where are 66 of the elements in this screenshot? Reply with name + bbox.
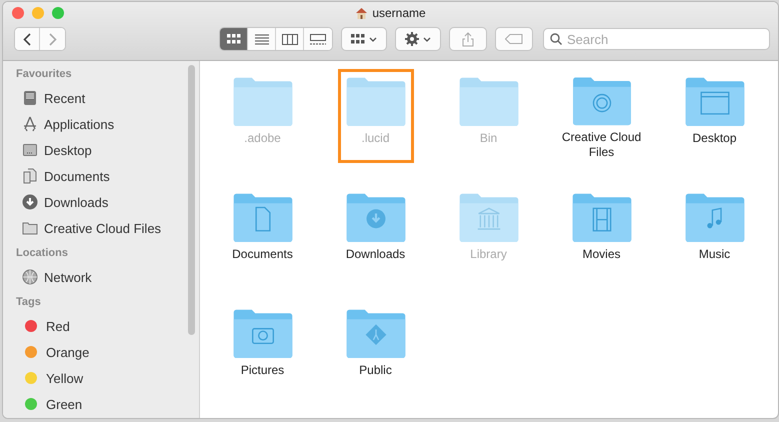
folder-icon (344, 307, 406, 359)
download-icon (22, 194, 38, 210)
share-icon (462, 32, 474, 46)
grid-icon (226, 34, 240, 44)
folder-icon (232, 75, 294, 127)
folder-icon (684, 75, 746, 127)
folder-icon (570, 75, 632, 126)
sidebar-section-title: Locations (16, 247, 69, 261)
view-mode-button[interactable] (220, 28, 248, 50)
sidebar-item[interactable]: Documents (16, 163, 199, 189)
sidebar-item[interactable]: Network (16, 264, 199, 290)
view-mode-button[interactable] (304, 28, 332, 50)
sidebar-item[interactable]: Green (16, 391, 199, 417)
document-icon (22, 168, 38, 184)
sidebar-item[interactable]: Downloads (16, 189, 199, 215)
house-icon (355, 7, 368, 19)
group-button[interactable] (341, 27, 387, 51)
folder-icon (232, 307, 294, 359)
folder-icon (684, 191, 746, 243)
folder-icon (344, 191, 406, 243)
search-icon (550, 33, 562, 45)
tray-icon (22, 90, 38, 106)
file-name[interactable]: Pictures (212, 363, 312, 378)
file-name[interactable]: Music (664, 247, 764, 262)
display-icon (22, 142, 38, 158)
globe-icon (22, 269, 38, 285)
file-name[interactable]: Movies (552, 247, 652, 262)
sidebar-item[interactable]: Creative Cloud Files (16, 215, 199, 241)
sidebar-item[interactable]: Orange (16, 339, 199, 365)
chevron-right-icon (48, 32, 56, 46)
grid-icon (351, 34, 365, 44)
action-button[interactable] (395, 27, 441, 51)
gear-icon (405, 32, 419, 46)
sidebar-item[interactable]: Yellow (16, 365, 199, 391)
sidebar-item[interactable]: Red (16, 313, 199, 339)
sidebar-item[interactable]: Recent (16, 85, 199, 111)
sidebar-item[interactable]: Applications (16, 111, 199, 137)
file-name[interactable]: Documents (212, 247, 312, 262)
view-mode-button[interactable] (276, 28, 304, 50)
sidebar-section-title: Tags (16, 296, 42, 310)
gallery-icon (310, 34, 326, 44)
scrollbar[interactable] (188, 65, 195, 335)
folder-icon (570, 191, 632, 243)
caret-icon (369, 36, 377, 42)
search-field[interactable]: Search (543, 28, 770, 50)
close-button[interactable] (12, 7, 24, 19)
sidebar-section-title: Favourites (16, 68, 73, 82)
list-icon (254, 34, 268, 44)
sidebar-item[interactable]: Desktop (16, 137, 199, 163)
file-name[interactable]: Desktop (664, 131, 764, 146)
tag-icon (505, 34, 523, 44)
folder-icon (344, 75, 406, 127)
chevron-left-icon (23, 32, 31, 46)
folder-icon (458, 75, 520, 127)
back-button[interactable] (15, 28, 40, 50)
columns-icon (282, 34, 298, 44)
window-title: username (372, 6, 426, 20)
caret-icon (423, 36, 431, 42)
file-name[interactable]: Creative Cloud Files (552, 130, 652, 160)
file-name[interactable]: Downloads (326, 247, 426, 262)
folder-icon (232, 191, 294, 243)
folder-icon (458, 191, 520, 243)
file-name[interactable]: Public (326, 363, 426, 378)
view-mode-button[interactable] (248, 28, 276, 50)
a-letter-icon (22, 116, 38, 132)
folder-icon (22, 220, 38, 236)
